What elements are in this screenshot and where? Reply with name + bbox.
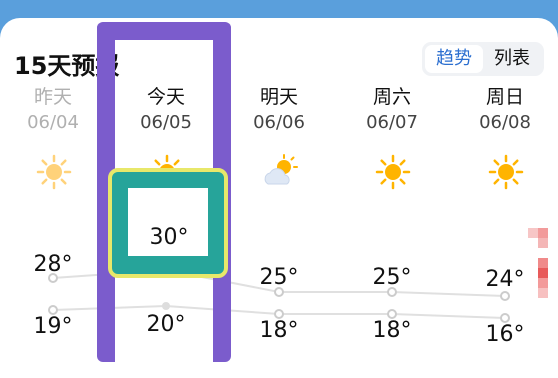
sun-icon [375,154,411,190]
day-date: 06/04 [27,112,79,133]
high-temp: 28° [33,252,73,277]
pixelated-badge [528,228,548,298]
day-name: 周日 [485,86,524,108]
day-date: 06/07 [366,112,418,133]
high-temp: 30° [149,225,189,250]
sun-icon [488,154,524,190]
day-column-tomorrow[interactable]: 明天 06/06 25° 18° [222,18,336,360]
low-temp: 16° [485,322,525,347]
high-temp: 25° [372,265,412,290]
low-temp: 18° [259,318,299,343]
day-date: 06/06 [253,112,305,133]
day-column-saturday[interactable]: 周六 06/07 25° 18° [335,18,449,360]
day-name: 明天 [259,86,298,108]
forecast-card: 15天预报 趋势 列表 昨天 06/04 28° 19° 今天 06/05 20… [0,18,558,378]
day-name: 周六 [372,86,411,108]
day-date: 06/08 [479,112,531,133]
day-name: 昨天 [33,86,72,108]
sun-icon [36,154,72,190]
low-temp: 19° [33,314,73,339]
partly-cloudy-icon [264,154,298,185]
high-temp: 25° [259,265,299,290]
low-temp: 18° [372,318,412,343]
day-column-yesterday[interactable]: 昨天 06/04 28° 19° [0,18,110,360]
